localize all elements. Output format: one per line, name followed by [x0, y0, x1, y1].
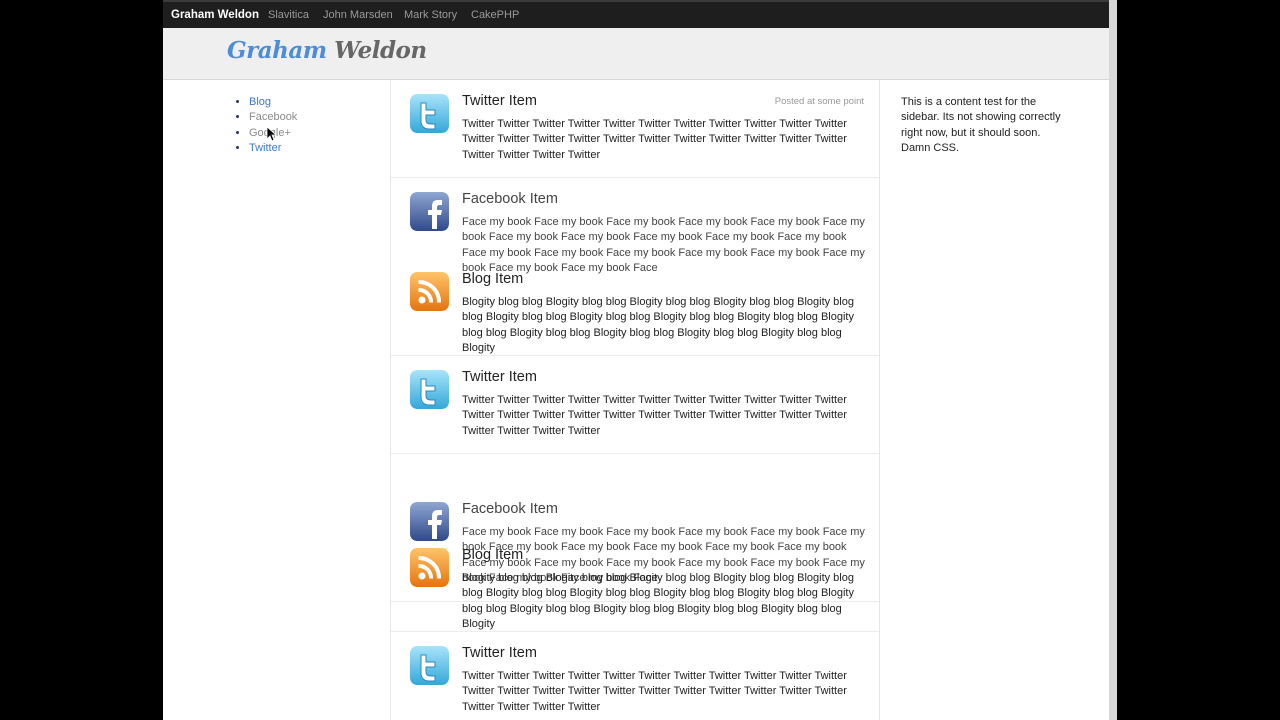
item-title: Twitter Item — [462, 645, 537, 661]
item-title: Blog Item — [462, 547, 524, 563]
item-body: Twitter Twitter Twitter Twitter Twitter … — [462, 118, 847, 161]
facebook-icon — [410, 192, 449, 231]
nav-link-mark-story[interactable]: Mark Story — [404, 9, 457, 21]
nav-link-john-marsden[interactable]: John Marsden — [323, 9, 393, 21]
mouse-cursor-icon — [266, 126, 276, 142]
item-title: Facebook Item — [462, 501, 558, 517]
item-title: Twitter Item — [462, 369, 537, 385]
item-body: Blogity blog blog Blogity blog blog Blog… — [462, 572, 854, 630]
window-edge — [1109, 0, 1117, 720]
item-body: Twitter Twitter Twitter Twitter Twitter … — [462, 670, 847, 713]
feed-column: Twitter Item Posted at some point Twitte… — [390, 80, 880, 720]
item-body: Twitter Twitter Twitter Twitter Twitter … — [462, 394, 847, 437]
twitter-icon — [410, 94, 449, 133]
category-item-facebook: Facebook — [249, 110, 297, 125]
nav-brand-link[interactable]: Graham Weldon — [171, 9, 259, 21]
category-link-twitter[interactable]: Twitter — [249, 142, 281, 154]
site-header: Graham Weldon — [163, 28, 1109, 80]
category-link-facebook[interactable]: Facebook — [249, 111, 297, 123]
rss-icon — [410, 548, 449, 587]
feed-item-twitter: Twitter Item Twitter Twitter Twitter Twi… — [391, 356, 879, 454]
category-item-twitter: Twitter — [249, 141, 297, 156]
item-title: Twitter Item — [462, 93, 537, 109]
category-item-blog: Blog — [249, 95, 297, 110]
feed-item-twitter: Twitter Item Twitter Twitter Twitter Twi… — [391, 632, 879, 720]
top-navbar: Graham Weldon Slavitica John Marsden Mar… — [163, 0, 1109, 28]
category-link-blog[interactable]: Blog — [249, 96, 271, 108]
item-body: Blogity blog blog Blogity blog blog Blog… — [462, 296, 854, 354]
rss-icon — [410, 272, 449, 311]
logo-last-name: Weldon — [334, 37, 427, 64]
feed-item-blog: Blog Item Blogity blog blog Blogity blog… — [391, 258, 879, 356]
feed-item-blog: Blog Item Blogity blog blog Blogity blog… — [391, 534, 879, 632]
item-timestamp: Posted at some point — [774, 96, 864, 107]
item-title: Facebook Item — [462, 191, 558, 207]
twitter-icon — [410, 646, 449, 685]
page: Graham Weldon Slavitica John Marsden Mar… — [163, 0, 1109, 720]
site-logo[interactable]: Graham Weldon — [227, 37, 427, 64]
item-title: Blog Item — [462, 271, 524, 287]
logo-first-name: Graham — [227, 37, 327, 64]
nav-link-cakephp[interactable]: CakePHP — [471, 9, 519, 21]
nav-link-slavitica[interactable]: Slavitica — [268, 9, 309, 21]
sidebar-text: This is a content test for the sidebar. … — [901, 96, 1061, 155]
twitter-icon — [410, 370, 449, 409]
item-divider — [391, 453, 879, 454]
feed-item-twitter: Twitter Item Posted at some point Twitte… — [391, 80, 879, 178]
